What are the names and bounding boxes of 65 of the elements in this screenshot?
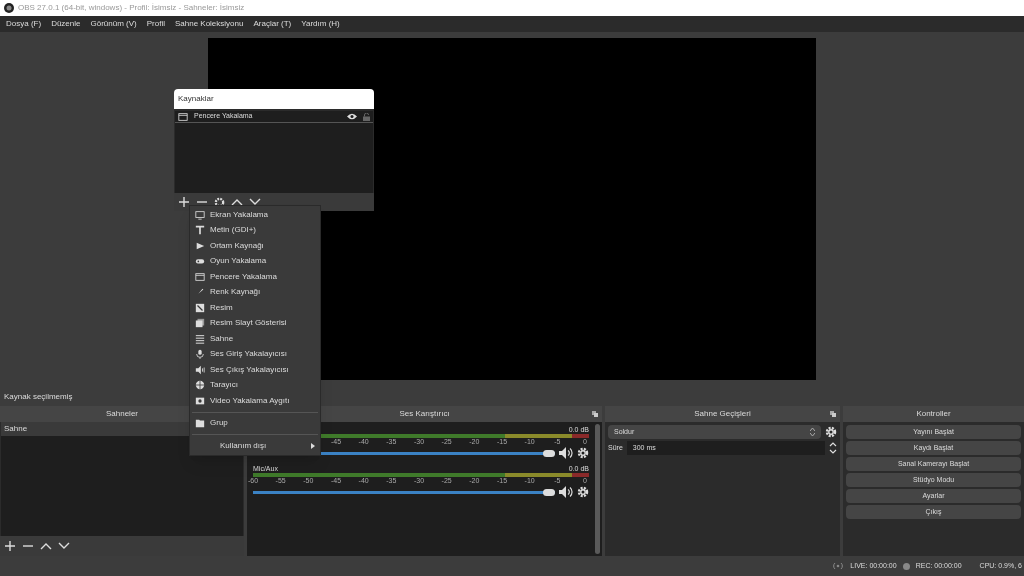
- submenu-arrow-icon: [311, 442, 315, 449]
- window-icon: [195, 271, 205, 282]
- folder-icon: [195, 418, 205, 429]
- menu-item[interactable]: Renk Kaynağı: [190, 284, 320, 300]
- panel-title: Sahne Geçişleri: [694, 408, 751, 420]
- window-icon: [178, 111, 188, 122]
- text-icon: [195, 225, 205, 236]
- play-icon: [195, 240, 205, 251]
- speaker-icon[interactable]: [559, 447, 573, 459]
- eye-icon[interactable]: [347, 113, 357, 120]
- broadcast-icon: [832, 562, 845, 570]
- microphone-icon: [195, 349, 205, 360]
- menu-item[interactable]: Resim: [190, 300, 320, 316]
- menu-item[interactable]: Ses Çıkış Yakalayıcısı: [190, 362, 320, 378]
- volume-slider[interactable]: [253, 490, 555, 494]
- menu-item[interactable]: Ses Giriş Yakalayıcısı: [190, 346, 320, 362]
- lock-icon[interactable]: [363, 112, 370, 121]
- menu-item[interactable]: Grup: [190, 415, 320, 431]
- monitor-icon: [195, 209, 205, 220]
- menu-item[interactable]: Ortam Kaynağı: [190, 238, 320, 254]
- menu-item[interactable]: Video Yakalama Aygıtı: [190, 393, 320, 409]
- panel-title: Kontroller: [916, 408, 951, 420]
- speaker-icon: [195, 364, 205, 375]
- menu-item[interactable]: Düzenle: [51, 18, 81, 30]
- menu-item[interactable]: Araçlar (T): [253, 18, 292, 30]
- menu-item[interactable]: Resim Slayt Gösterisi: [190, 315, 320, 331]
- list-icon: [195, 333, 205, 344]
- source-status-text: Kaynak seçilmemiş: [4, 391, 73, 403]
- menu-item[interactable]: Yardım (H): [301, 18, 340, 30]
- menu-item[interactable]: Pencere Yakalama: [190, 269, 320, 285]
- settings-icon[interactable]: [825, 426, 837, 438]
- gamepad-icon: [195, 256, 205, 267]
- dock-title: Kaynaklar: [178, 93, 214, 105]
- panel-title: Ses Karıştırıcı: [399, 408, 450, 420]
- menu-item[interactable]: Ekran Yakalama: [190, 207, 320, 223]
- app-logo-icon: [4, 3, 14, 13]
- float-icon[interactable]: [592, 411, 598, 417]
- updown-caret-icon: [810, 428, 815, 436]
- menu-item[interactable]: Görünüm (V): [90, 18, 137, 30]
- camera-icon: [195, 395, 205, 406]
- menu-item[interactable]: Tarayıcı: [190, 377, 320, 393]
- spin-arrows-icon[interactable]: [829, 441, 837, 455]
- slider-thumb[interactable]: [543, 449, 555, 457]
- record-icon: [902, 562, 910, 570]
- globe-icon: [195, 380, 205, 391]
- menu-item[interactable]: Metin (GDI+): [190, 222, 320, 238]
- settings-icon[interactable]: [214, 196, 225, 208]
- scrollbar[interactable]: [595, 424, 600, 554]
- menu-item[interactable]: Profil: [146, 18, 165, 30]
- menu-item[interactable]: Sahne Koleksiyonu: [174, 18, 244, 30]
- add-icon[interactable]: [178, 196, 190, 208]
- slides-icon: [195, 318, 205, 329]
- float-icon[interactable]: [830, 411, 836, 417]
- panel-title: Sahneler: [106, 408, 138, 420]
- menu-item[interactable]: Sahne: [190, 331, 320, 347]
- settings-icon[interactable]: [577, 486, 589, 498]
- image-icon: [195, 302, 205, 313]
- slider-thumb[interactable]: [543, 488, 555, 496]
- settings-icon[interactable]: [577, 447, 589, 459]
- menu-item[interactable]: Dosya (F): [6, 18, 42, 30]
- menu-item[interactable]: Oyun Yakalama: [190, 253, 320, 269]
- speaker-icon[interactable]: [559, 486, 573, 498]
- add-icon[interactable]: [4, 540, 16, 552]
- menu-item[interactable]: Kullanım dışı: [190, 438, 320, 454]
- window-title: OBS 27.0.1 (64-bit, windows) - Profil: İsimsiz - Sahneler: İsimsiz: [18, 2, 245, 14]
